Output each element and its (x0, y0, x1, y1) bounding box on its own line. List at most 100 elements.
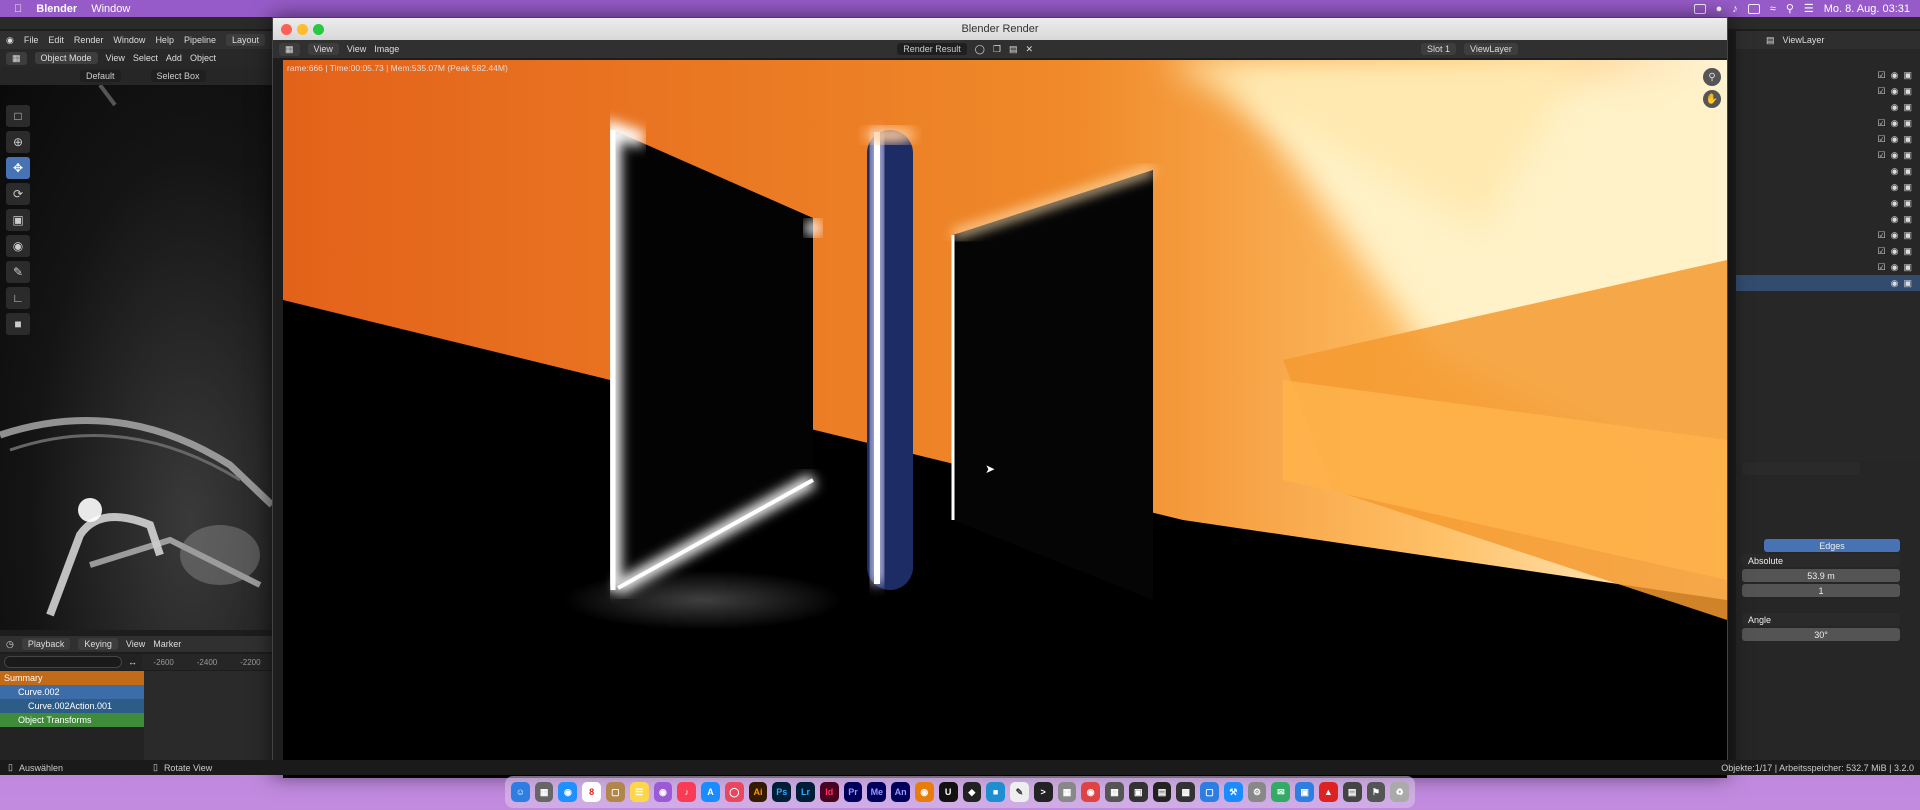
annotate-icon[interactable]: ✎ (6, 261, 30, 283)
search-icon[interactable]: ⚲ (1786, 2, 1794, 15)
camera-icon[interactable]: ▣ (1903, 246, 1912, 257)
distance-field[interactable]: 53.9 m (1742, 569, 1900, 582)
eye-icon[interactable]: ◉ (1891, 246, 1899, 257)
channel-object-transforms[interactable]: Object Transforms (0, 713, 144, 727)
camera-icon[interactable]: ▣ (1903, 230, 1912, 241)
props-search[interactable] (1742, 462, 1860, 475)
blender-icon[interactable]: ◉ (914, 782, 934, 802)
dopesheet-keyframes[interactable] (144, 671, 272, 765)
messages-icon[interactable]: ✉ (1271, 782, 1291, 802)
preview-icon[interactable]: ▣ (1295, 782, 1314, 802)
wifi-icon[interactable]: ≈ (1770, 3, 1776, 15)
clapper-icon[interactable]: ▤ (1152, 782, 1172, 802)
camera-icon[interactable]: ▣ (1903, 118, 1912, 129)
apple-icon[interactable]:  (14, 3, 22, 15)
camera-icon[interactable]: ▣ (1903, 278, 1912, 289)
unity-icon[interactable]: ◆ (962, 782, 982, 802)
image-view-dropdown[interactable]: View (307, 43, 339, 55)
menu-help[interactable]: Help (155, 35, 174, 45)
checkbox-icon[interactable]: ☑ (1878, 134, 1886, 145)
camera-icon[interactable]: ▣ (1903, 102, 1912, 113)
outliner-row[interactable]: ◉ ▣ (1736, 163, 1920, 179)
eye-icon[interactable]: ◉ (1891, 166, 1899, 177)
control-center-icon[interactable]: ☰ (1804, 2, 1814, 15)
eye-icon[interactable]: ◉ (1891, 278, 1899, 289)
slot-dropdown[interactable]: Slot 1 (1421, 43, 1457, 55)
orientation-dropdown[interactable]: Default (80, 70, 121, 82)
editor-type-icon[interactable]: ▦ (279, 42, 300, 56)
outliner-row[interactable]: ☑ ◉ ▣ (1736, 259, 1920, 275)
calendar-icon[interactable]: 8 (582, 782, 602, 802)
menu-pipeline[interactable]: Pipeline (184, 35, 216, 45)
calculator-icon[interactable]: ▦ (1105, 782, 1124, 802)
camera-icon[interactable]: ▣ (1903, 150, 1912, 161)
safari-icon[interactable]: ◉ (558, 782, 578, 802)
close-icon[interactable] (281, 24, 292, 35)
outliner-row[interactable]: ☑ ◉ ▣ (1736, 243, 1920, 259)
camera-icon[interactable]: ▣ (1903, 86, 1912, 97)
cube-app-icon[interactable]: ■ (986, 782, 1006, 802)
appstore-icon[interactable]: A (701, 782, 720, 802)
hand-pan-icon[interactable]: ✋ (1703, 90, 1721, 108)
unreal-icon[interactable]: U (938, 782, 958, 802)
outliner-row[interactable]: ☑ ◉ ▣ (1736, 115, 1920, 131)
minimize-icon[interactable] (297, 24, 308, 35)
outliner-row[interactable]: ◉ ▣ (1736, 211, 1920, 227)
scale-icon[interactable]: ▣ (6, 209, 30, 231)
camera-icon[interactable]: ▣ (1903, 198, 1912, 209)
channel-curve[interactable]: Curve.002 (0, 685, 144, 699)
render-result-selector[interactable]: Render Result (897, 43, 967, 55)
outliner-row[interactable]: ☑ ◉ ▣ (1736, 67, 1920, 83)
illustrator-icon[interactable]: Ai (748, 782, 768, 802)
view-layer-dropdown[interactable]: ViewLayer (1464, 43, 1518, 55)
keying-menu[interactable]: Keying (78, 638, 118, 650)
checkbox-icon[interactable]: ☑ (1878, 262, 1886, 273)
photoshop-icon[interactable]: Ps (772, 782, 792, 802)
select-mode-dropdown[interactable]: Select Box (150, 70, 206, 82)
edges-tab[interactable]: Edges (1764, 539, 1900, 552)
transform-icon[interactable]: ◉ (6, 235, 30, 257)
screen-icon[interactable] (1693, 3, 1706, 14)
image-menu-view[interactable]: View (347, 44, 366, 54)
eye-icon[interactable]: ◉ (1891, 214, 1899, 225)
menu-window[interactable]: Window (113, 35, 145, 45)
menu-file[interactable]: File (24, 35, 39, 45)
creative-cloud-icon[interactable]: ◯ (724, 782, 744, 802)
checkbox-icon[interactable]: ☑ (1878, 118, 1886, 129)
mode-dropdown[interactable]: Object Mode (34, 52, 98, 64)
checkbox-icon[interactable]: ☑ (1878, 246, 1886, 257)
zoom-icon[interactable] (313, 24, 324, 35)
eye-icon[interactable]: ◉ (1891, 198, 1899, 209)
move-icon[interactable]: ✥ (6, 157, 30, 179)
clock[interactable]: Mo. 8. Aug. 03:31 (1824, 3, 1910, 15)
settings-icon[interactable]: ⚙ (1247, 782, 1267, 802)
eye-icon[interactable]: ◉ (1891, 230, 1899, 241)
checkbox-icon[interactable]: ☑ (1878, 150, 1886, 161)
timer-icon[interactable]: ◷ (6, 639, 14, 650)
shield-icon[interactable]: ◯ (975, 44, 985, 55)
finder-icon[interactable]: ☺ (510, 782, 530, 802)
terminal-icon[interactable]: > (1033, 782, 1053, 802)
pen-app-icon[interactable]: ✎ (1010, 782, 1029, 802)
checkbox-icon[interactable]: ☑ (1878, 70, 1886, 81)
outliner-row[interactable]: ◉ ▣ (1736, 99, 1920, 115)
volume-icon[interactable]: ♪ (1732, 3, 1738, 15)
outliner-row-selected[interactable]: ◉ ▣ (1736, 275, 1920, 291)
select-box-icon[interactable]: □ (6, 105, 30, 127)
film-app-icon[interactable]: ▩ (1176, 782, 1196, 802)
eye-icon[interactable]: ◉ (1891, 150, 1899, 161)
xcode-icon[interactable]: ⚒ (1223, 782, 1243, 802)
copy-icon[interactable]: ❐ (993, 44, 1001, 55)
viewport-menu-object[interactable]: Object (190, 53, 216, 63)
channel-summary[interactable]: Summary (0, 671, 144, 685)
launchpad-icon[interactable]: ▦ (534, 782, 554, 802)
camera-icon[interactable]: ▣ (1903, 182, 1912, 193)
viewport-menu-add[interactable]: Add (166, 53, 182, 63)
camera-icon[interactable]: ▣ (1903, 214, 1912, 225)
image-menu-image[interactable]: Image (374, 44, 399, 54)
eye-icon[interactable]: ◉ (1891, 262, 1899, 273)
folder-icon[interactable]: ▤ (1009, 44, 1018, 55)
swap-icon[interactable]: ↔ (128, 657, 137, 667)
editor-type-dropdown[interactable]: ▦ (6, 51, 27, 65)
outliner-row[interactable]: ☑ ◉ ▣ (1736, 83, 1920, 99)
